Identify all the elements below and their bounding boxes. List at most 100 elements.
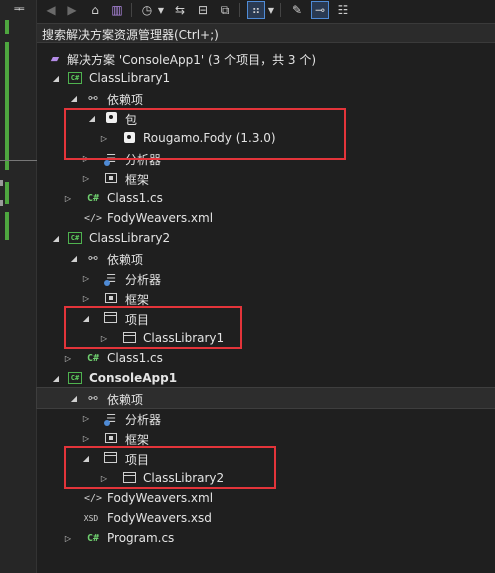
tree-row-project[interactable]: ◢ C# ClassLibrary2	[37, 228, 495, 248]
editor-gutter-strip: ᆍ	[0, 0, 37, 573]
home-icon[interactable]: ⌂	[86, 1, 104, 19]
forward-arrow-icon[interactable]: ▶	[63, 1, 81, 19]
tree-row-file[interactable]: ▷ C# Class1.cs	[37, 188, 495, 208]
tree-row-frameworks[interactable]: ▷ 框架	[37, 168, 495, 188]
change-bar	[5, 20, 9, 34]
wrench-icon[interactable]: ✎	[288, 1, 306, 19]
tree-row-project[interactable]: ◢ C# ConsoleApp1	[37, 368, 495, 388]
dependencies-label: 依赖项	[107, 393, 144, 407]
expanded-triangle-icon[interactable]: ◢	[67, 250, 81, 266]
sync-arrows-icon[interactable]: ⇆	[171, 1, 189, 19]
tree-row-dependencies[interactable]: ◢ ⚯ 依赖项	[36, 387, 495, 409]
project-ref-label: ClassLibrary1	[143, 331, 225, 345]
tree-row-file[interactable]: ▷ C# Program.cs	[37, 528, 495, 548]
tree-row-package-item[interactable]: ▷ Rougamo.Fody (1.3.0)	[37, 128, 495, 148]
tree-row-file[interactable]: ▷ C# Class1.cs	[37, 348, 495, 368]
history-icon[interactable]: ◷	[138, 1, 156, 19]
collapsed-triangle-icon[interactable]: ▷	[61, 530, 75, 546]
tree-row-file[interactable]: XSD FodyWeavers.xsd	[37, 508, 495, 528]
csharp-file-icon: C#	[86, 192, 100, 204]
scroll-mark	[0, 200, 3, 206]
tree-row-project-ref[interactable]: ▷ ClassLibrary1	[37, 328, 495, 348]
history-dropdown-caret[interactable]: ▼	[157, 2, 165, 18]
search-box[interactable]: 搜索解决方案资源管理器(Ctrl+;)	[37, 23, 495, 43]
caret-line	[0, 160, 37, 161]
tree-row-dependencies[interactable]: ◢ ⚯ 依赖项	[37, 88, 495, 108]
collapse-all-icon[interactable]: ⊟	[194, 1, 212, 19]
collapsed-triangle-icon[interactable]: ▷	[79, 170, 93, 186]
framework-icon	[105, 173, 117, 183]
collapsed-triangle-icon[interactable]: ▷	[97, 330, 111, 346]
tree-row-frameworks[interactable]: ▷ 框架	[37, 428, 495, 448]
tree-row-projects[interactable]: ◢ 项目	[37, 448, 495, 468]
frameworks-label: 框架	[125, 293, 150, 307]
collapsed-triangle-icon[interactable]: ▷	[61, 350, 75, 366]
copy-icon[interactable]: ⧉	[216, 1, 234, 19]
collapsed-triangle-icon[interactable]: ▷	[79, 150, 93, 166]
expanded-triangle-icon[interactable]: ◢	[85, 110, 99, 126]
tree-row-projects[interactable]: ◢ 项目	[37, 308, 495, 328]
tree-row-project[interactable]: ◢ C# ClassLibrary1	[37, 68, 495, 88]
tree-row-analyzers[interactable]: ▷ ☰ 分析器	[37, 408, 495, 428]
file-label: FodyWeavers.xml	[107, 491, 214, 505]
tree-row-analyzers[interactable]: ▷ ☰ 分析器	[37, 268, 495, 288]
expanded-triangle-icon[interactable]: ◢	[49, 70, 63, 86]
hierarchy-icon[interactable]: ☷	[334, 1, 352, 19]
file-label: Class1.cs	[107, 351, 163, 365]
show-all-files-icon[interactable]: ⠶	[247, 1, 265, 19]
expanded-triangle-icon[interactable]: ◢	[79, 310, 93, 326]
back-arrow-icon[interactable]: ◀	[42, 1, 60, 19]
analyzer-icon: ☰	[103, 410, 119, 426]
search-placeholder: 搜索解决方案资源管理器(Ctrl+;)	[42, 28, 219, 42]
project-reference-icon	[123, 332, 136, 343]
expanded-triangle-icon[interactable]: ◢	[49, 230, 63, 246]
collapsed-triangle-icon[interactable]: ▷	[97, 470, 111, 486]
frameworks-label: 框架	[125, 433, 150, 447]
collapsed-triangle-icon[interactable]: ▷	[79, 290, 93, 306]
tree-row-analyzers[interactable]: ▷ ☰ 分析器	[37, 148, 495, 168]
expanded-triangle-icon[interactable]: ◢	[49, 370, 63, 386]
tree-row-packages[interactable]: ◢ 包	[37, 108, 495, 128]
toolbar-separator	[280, 3, 281, 17]
projects-label: 项目	[125, 453, 150, 467]
analyzers-label: 分析器	[125, 273, 162, 287]
project-reference-icon	[123, 472, 136, 483]
collapsed-triangle-icon[interactable]: ▷	[61, 190, 75, 206]
tree-row-file[interactable]: </> FodyWeavers.xml	[37, 488, 495, 508]
collapsed-triangle-icon[interactable]: ▷	[79, 270, 93, 286]
project-reference-folder-icon	[104, 452, 117, 463]
change-bar	[5, 212, 9, 240]
tree-row-frameworks[interactable]: ▷ 框架	[37, 288, 495, 308]
toolbar-separator	[239, 3, 240, 17]
tree-row-solution[interactable]: ▰ 解决方案 'ConsoleApp1' (3 个项目，共 3 个)	[37, 48, 495, 68]
package-icon	[106, 112, 117, 123]
visual-studio-solution-icon: ▰	[50, 51, 60, 65]
csharp-file-icon: C#	[86, 532, 100, 544]
collapsed-triangle-icon[interactable]: ▷	[79, 410, 93, 426]
collapsed-triangle-icon[interactable]: ▷	[79, 430, 93, 446]
xml-file-icon: </>	[83, 212, 103, 224]
framework-icon	[105, 433, 117, 443]
pin-glyph[interactable]: ᆍ	[10, 0, 28, 16]
change-bar	[5, 182, 9, 204]
expanded-triangle-icon[interactable]: ◢	[67, 390, 81, 406]
tree-row-dependencies[interactable]: ◢ ⚯ 依赖项	[37, 248, 495, 268]
csharp-project-icon: C#	[68, 72, 82, 84]
tree-row-project-ref[interactable]: ▷ ClassLibrary2	[37, 468, 495, 488]
analyzer-icon: ☰	[103, 150, 119, 166]
dependencies-icon: ⚯	[88, 91, 98, 105]
tree-row-file[interactable]: </> FodyWeavers.xml	[37, 208, 495, 228]
analyzer-icon: ☰	[103, 270, 119, 286]
collapsed-triangle-icon[interactable]: ▷	[97, 130, 111, 146]
frameworks-label: 框架	[125, 173, 150, 187]
solution-label: 解决方案 'ConsoleApp1' (3 个项目，共 3 个)	[67, 53, 317, 67]
analyzers-label: 分析器	[125, 153, 162, 167]
expanded-triangle-icon[interactable]: ◢	[67, 90, 81, 106]
expanded-triangle-icon[interactable]: ◢	[79, 450, 93, 466]
xml-file-icon: </>	[83, 492, 103, 504]
filter-dropdown-caret[interactable]: ▼	[267, 2, 275, 18]
vs-switch-view-icon[interactable]: ▥	[108, 1, 126, 19]
toolbar-separator	[131, 3, 132, 17]
framework-icon	[105, 293, 117, 303]
preview-icon[interactable]: ⊸	[311, 1, 329, 19]
